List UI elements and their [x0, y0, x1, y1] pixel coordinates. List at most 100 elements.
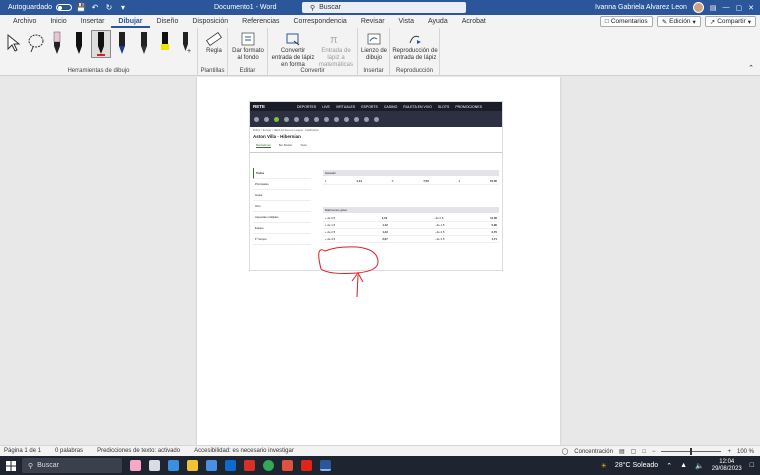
tab-dibujar[interactable]: Dibujar [111, 15, 150, 28]
ribbon-tabs: Archivo Inicio Insertar Dibujar Diseño D… [0, 15, 760, 28]
acrobat-icon[interactable] [301, 460, 312, 471]
focus-mode[interactable]: Concentración [574, 449, 613, 455]
tab-disposicion[interactable]: Disposición [185, 15, 235, 28]
zoom-out-icon[interactable]: − [652, 449, 656, 455]
comments-button[interactable]: □ Comentarios [599, 16, 653, 27]
web-layout-icon[interactable]: □ [642, 449, 646, 455]
drawing-canvas-icon [367, 33, 381, 45]
autosave-toggle[interactable] [55, 4, 72, 11]
store-icon[interactable] [206, 460, 217, 471]
minimize-icon[interactable]: — [723, 4, 730, 11]
lasso-icon[interactable] [27, 33, 45, 53]
ink-to-math-button[interactable]: π Entrada de lápiz a matemáticas [316, 31, 356, 69]
windows-logo-icon [6, 460, 16, 471]
pen-black-icon[interactable] [74, 31, 84, 55]
accessibility-status[interactable]: Accesibilidad: es necesario investigar [194, 448, 294, 454]
brave-icon[interactable] [282, 460, 293, 471]
windows-start-button[interactable] [0, 460, 22, 471]
tab-ayuda[interactable]: Ayuda [421, 15, 455, 28]
focus-icon[interactable]: ◯ [562, 448, 569, 455]
ribbon-display-icon[interactable]: ▤ [710, 4, 717, 12]
zoom-level[interactable]: 100 % [737, 449, 754, 455]
taskbar-search-label: Buscar [37, 462, 59, 469]
tab-vista[interactable]: Vista [392, 15, 421, 28]
tab-correspondencia[interactable]: Correspondencia [287, 15, 354, 28]
edge-icon[interactable] [168, 460, 179, 471]
page-count[interactable]: Página 1 de 1 [4, 448, 41, 454]
red-ink-arrow [351, 272, 364, 298]
notifications-icon[interactable]: □ [750, 462, 754, 469]
redo-icon[interactable]: ↻ [104, 3, 114, 12]
group-insert: Lienzo de dibujo Insertar [358, 28, 390, 76]
clock-date: 29/08/2023 [711, 465, 742, 472]
ink-replay-button[interactable]: Reproducción de entrada de lápiz [392, 31, 438, 62]
highlighter-icon[interactable] [160, 31, 170, 55]
tab-acrobat[interactable]: Acrobat [455, 15, 493, 28]
ink-to-math-label: Entrada de lápiz a matemáticas [318, 48, 353, 68]
search-box[interactable]: ⚲ Buscar [302, 2, 466, 13]
zoom-slider[interactable] [661, 448, 722, 455]
tab-revisar[interactable]: Revisar [354, 15, 392, 28]
print-layout-icon[interactable]: ▢ [631, 448, 637, 455]
taskbar: ⚲ Buscar ☀ 28°C Soleado ⌃ ▲ 🔈 12:04 29/0… [0, 456, 760, 475]
chrome-icon[interactable] [263, 460, 274, 471]
mail-icon[interactable] [225, 460, 236, 471]
background-format-icon [241, 32, 255, 46]
show-hidden-icons[interactable]: ⌃ [666, 462, 672, 470]
background-format-label: Dar formato al fondo [232, 48, 264, 61]
system-tray: ☀ 28°C Soleado ⌃ ▲ 🔈 12:04 29/08/2023 □ [601, 456, 754, 475]
app-icon[interactable] [130, 460, 141, 471]
select-arrow-icon[interactable] [6, 33, 20, 53]
zoom-in-icon[interactable]: + [727, 449, 731, 455]
volume-icon[interactable]: 🔈 [695, 462, 704, 470]
share-button[interactable]: ↗ Compartir ▾ [704, 16, 756, 27]
group-convert: Convertir entrada de lápiz en forma π En… [268, 28, 358, 76]
tab-inicio[interactable]: Inicio [43, 15, 73, 28]
tab-diseno[interactable]: Diseño [150, 15, 186, 28]
add-pen-icon[interactable]: + [180, 31, 192, 55]
close-icon[interactable]: ✕ [748, 4, 754, 12]
undo-icon[interactable]: ↶ [90, 3, 100, 12]
avatar[interactable] [692, 2, 704, 13]
document-canvas[interactable]: RETE DEPORTES LIVE VIRTUALES ESPORTS CAS… [0, 77, 760, 445]
weather-sun-icon[interactable]: ☀ [601, 462, 607, 470]
background-format-button[interactable]: Dar formato al fondo [230, 31, 266, 62]
ink-to-shape-label: Convertir entrada de lápiz en forma [271, 48, 315, 68]
word-count[interactable]: 0 palabras [55, 448, 83, 454]
read-mode-icon[interactable]: ▤ [619, 448, 625, 455]
tab-referencias[interactable]: Referencias [235, 15, 286, 28]
editing-button[interactable]: ✎ Edición ▾ [656, 16, 701, 27]
tab-insertar[interactable]: Insertar [74, 15, 112, 28]
save-icon[interactable]: 💾 [76, 3, 86, 12]
taskbar-search[interactable]: ⚲ Buscar [22, 458, 122, 473]
user-name[interactable]: Ivanna Gabriela Alvarez Leon [595, 4, 687, 11]
ruler-button[interactable]: Regla [203, 31, 225, 55]
task-view-icon[interactable] [149, 460, 160, 471]
chevron-down-icon: ▾ [692, 18, 696, 26]
drawing-canvas-label: Lienzo de dibujo [360, 48, 388, 61]
ribbon: + Herramientas de dibujo Regla Plantilla… [0, 28, 760, 76]
maximize-icon[interactable]: ▢ [736, 4, 743, 12]
ink-to-shape-icon [286, 33, 300, 46]
opera-icon[interactable] [244, 460, 255, 471]
text-predictions[interactable]: Predicciones de texto: activado [97, 448, 180, 454]
collapse-ribbon-icon[interactable]: ⌃ [748, 64, 754, 72]
pen-red-icon[interactable] [96, 31, 106, 57]
weather-text[interactable]: 28°C Soleado [615, 462, 658, 469]
ink-to-shape-button[interactable]: Convertir entrada de lápiz en forma [270, 31, 316, 69]
tab-archivo[interactable]: Archivo [6, 15, 43, 28]
group-drawing-tools: + Herramientas de dibujo [0, 28, 198, 76]
share-label: Compartir [717, 18, 746, 25]
clock[interactable]: 12:04 29/08/2023 [712, 459, 742, 473]
document-page[interactable]: RETE DEPORTES LIVE VIRTUALES ESPORTS CAS… [197, 77, 560, 445]
pen-blue-icon[interactable] [117, 31, 127, 55]
word-icon[interactable] [320, 460, 331, 471]
file-explorer-icon[interactable] [187, 460, 198, 471]
pen-dark-icon[interactable] [139, 31, 149, 55]
red-ink-annotation[interactable] [197, 77, 560, 445]
drawing-canvas-button[interactable]: Lienzo de dibujo [360, 31, 388, 62]
group-edit: Dar formato al fondo Editar [228, 28, 268, 76]
customize-toolbar-icon[interactable]: ▾ [118, 3, 128, 12]
network-icon[interactable]: ▲ [680, 462, 687, 469]
pen-pink-icon[interactable] [52, 31, 62, 55]
